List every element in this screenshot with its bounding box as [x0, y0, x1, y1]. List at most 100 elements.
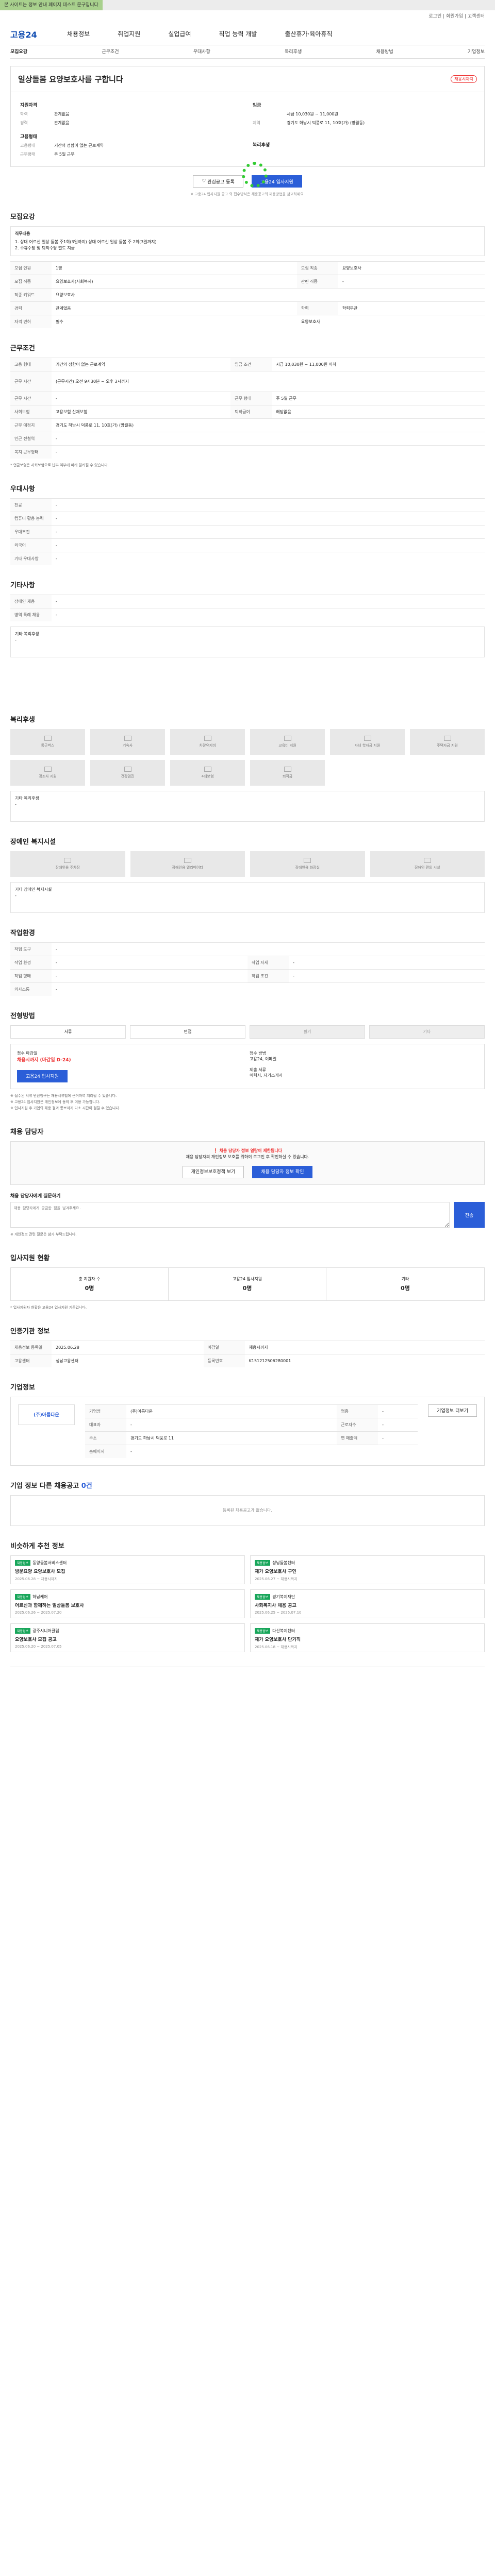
cell: 직종 키워드	[10, 288, 52, 302]
table-row: 기타 우대사항 -	[10, 551, 485, 565]
shield-icon	[204, 766, 211, 772]
tab-recruit[interactable]: 모집요강	[10, 45, 27, 58]
method-step: 필기	[250, 1025, 365, 1039]
welfare-grid: 통근버스 기숙사 차량유지비 교육비 지원 자녀 학자금 지원 주택자금 지원 …	[10, 728, 485, 786]
cell: K151212506280001	[244, 1353, 485, 1367]
nav-item-benefit[interactable]: 실업급여	[168, 29, 191, 38]
welfare-item: 건강검진	[90, 759, 165, 786]
company-section: 기업정보 (주)아름다운 기업명 (주)아름다운 업종 - 대표자 - 근로자수 - 주소 경…	[10, 1382, 485, 1466]
rec-title: 재가 요양보호사 구인	[255, 1569, 296, 1574]
cell: -	[52, 594, 485, 608]
cell: -	[52, 445, 485, 459]
cell: 근무 시간	[10, 371, 52, 392]
disabled-box: 기타 장애인 복지시설 -	[10, 882, 485, 913]
welfare-item: 퇴직금	[250, 759, 325, 786]
welfare-item: 기숙사	[90, 728, 165, 755]
disabled-box-heading: 기타 장애인 복지시설	[15, 887, 52, 892]
method-step: 면접	[130, 1025, 245, 1039]
table-row: 홈페이지 -	[85, 1444, 418, 1458]
table-row: 모집 인원 1명 모집 직종 요양보호사	[10, 261, 485, 275]
facility-label: 장애인용 엘리베이터	[172, 865, 203, 870]
others-empty: 등록된 채용공고가 없습니다.	[10, 1495, 485, 1526]
save-job-button[interactable]: ♡ 관심공고 등록	[193, 175, 243, 188]
nav-item-support[interactable]: 취업지원	[118, 29, 140, 38]
cell: -	[52, 942, 485, 956]
company-more-button[interactable]: 기업정보 더보기	[428, 1404, 477, 1417]
area-label: 지역	[253, 121, 260, 125]
cell: 작업 환경	[10, 955, 52, 970]
worktype-value: 주 5일 근무	[54, 152, 75, 157]
nav-item-leave[interactable]: 출산휴가·육아휴직	[285, 29, 332, 38]
rec-tag: 채용정보	[255, 1560, 271, 1566]
cell: -	[126, 1417, 337, 1432]
cell: -	[378, 1404, 418, 1418]
stat-value: 0명	[242, 1285, 252, 1292]
deadline-label: 접수 마감일	[17, 1050, 38, 1056]
table-row: 전공 -	[10, 498, 485, 512]
disabled-box-text: -	[15, 893, 16, 898]
rec-org: 동양돌봄서비스센터	[32, 1560, 67, 1565]
tab-company[interactable]: 기업정보	[468, 45, 485, 58]
recommend-section: 비슷하게 추천 정보 채용정보 동양돌봄서비스센터 방문요양 요양보호사 모집 202…	[10, 1540, 485, 1652]
cell: 고용보험 산재보험	[52, 405, 231, 419]
recommend-card[interactable]: 채용정보 동양돌봄서비스센터 방문요양 요양보호사 모집 2025.06.28 ~ 채…	[10, 1555, 245, 1584]
cell: 1명	[52, 261, 297, 275]
cell: -	[52, 969, 248, 983]
tab-pref[interactable]: 우대사항	[193, 45, 210, 58]
exp-value: 관계없음	[54, 121, 70, 125]
recommend-card[interactable]: 채용정보 다산복지센터 재가 요양보호사 단기직 2025.06.18 ~ 채용시까지	[250, 1623, 485, 1652]
etc-box: 기타 복리후생 -	[10, 626, 485, 657]
stat-label: 고용24 입사지원	[233, 1277, 262, 1282]
cell: 근무 예정지	[10, 418, 52, 432]
privacy-button[interactable]: 개인정보보호정책 보기	[182, 1166, 244, 1179]
welfare-item: 4대보험	[170, 759, 245, 786]
manager-section: 채용 담당자 ❗ 채용 담당자 정보 열람이 제한됩니다 채용 담당자의 개인정…	[10, 1126, 485, 1238]
company-logo: (주)아름다운	[18, 1404, 75, 1425]
cell: 주 5일 근무	[272, 392, 485, 405]
recommend-card[interactable]: 채용정보 성남돌봄센터 재가 요양보호사 구인 2025.06.27 ~ 채용시까지	[250, 1555, 485, 1584]
site-logo[interactable]: 고용24	[10, 28, 57, 40]
duty-text: 1. 상대 어르신 일상 돌봄 주1회(3일까지) 상대 어르신 일상 돌봄 주…	[15, 240, 157, 250]
how-value: 고용24, 이메일	[250, 1056, 277, 1061]
cell: -	[52, 432, 485, 446]
cell: 복지 근무형태	[10, 445, 52, 459]
question-heading: 채용 담당자에게 질문하기	[10, 1194, 61, 1199]
cell: 대표자	[85, 1417, 126, 1432]
stats-note: * 입사지원자 현황은 고용24 입사지원 기준입니다.	[10, 1306, 87, 1310]
nav-item-training[interactable]: 직업 능력 개발	[219, 29, 257, 38]
facility-label: 장애인 편의 시설	[414, 865, 440, 870]
cell: 근무 형태	[230, 392, 272, 405]
recommend-card[interactable]: 채용정보 경기복지재단 사회복지사 채용 공고 2025.06.25 ~ 2025.0…	[250, 1589, 485, 1618]
utility-links[interactable]: 로그인 | 회원가입 | 고객센터	[0, 10, 495, 23]
table-row: 인근 전철역 -	[10, 432, 485, 446]
heart-icon: ♡	[202, 179, 208, 184]
facility-item: 장애인용 주차장	[10, 851, 125, 877]
rec-tag: 채용정보	[15, 1594, 31, 1600]
tab-work[interactable]: 근무조건	[102, 45, 119, 58]
question-input[interactable]	[10, 1202, 450, 1228]
nav-item-jobs[interactable]: 채용정보	[67, 29, 90, 38]
recommend-card[interactable]: 채용정보 광주시니어클럽 요양보호사 모집 공고 2025.06.20 ~ 2025.…	[10, 1623, 245, 1652]
stats-section: 입사지원 현황 총 지원자 수 0명 고용24 입사지원 0명 기타 0명 * 입사지…	[10, 1252, 485, 1311]
cell: 주소	[85, 1431, 126, 1445]
facility-item: 장애인 편의 시설	[370, 851, 485, 877]
cell: -	[52, 955, 248, 970]
welfare-label: 기숙사	[122, 743, 133, 748]
cell: 기간의 정함이 없는 근로계약	[52, 358, 231, 371]
cell: -	[378, 1431, 418, 1445]
question-submit-button[interactable]: 전송	[454, 1202, 485, 1228]
manager-info-button[interactable]: 채용 담당자 정보 확인	[252, 1166, 313, 1179]
cell: 요양보호사	[52, 288, 485, 302]
cell: 근로자수	[337, 1417, 378, 1432]
cell: 경기도 하남시 덕풍로 11, 10호(가) (망월동)	[52, 418, 485, 432]
tab-method[interactable]: 채용방법	[376, 45, 393, 58]
pref-table: 전공 - 컴퓨터 활용 능력 - 우대조건 - 외국어 - 기타 우대사항 -	[10, 498, 485, 565]
table-row: 대표자 - 근로자수 -	[85, 1417, 418, 1432]
apply-button-2[interactable]: 고용24 입사지원	[17, 1070, 68, 1082]
recommend-card[interactable]: 채용정보 하남케어 어르신과 함께하는 일상돌봄 보호사 2025.06.26 ~ 2…	[10, 1589, 245, 1618]
stats-grid: 총 지원자 수 0명 고용24 입사지원 0명 기타 0명	[10, 1267, 485, 1301]
method-step: 기타	[369, 1025, 485, 1039]
workplace-table: 작업 도구 - 작업 환경 - 작업 자세 - 작업 형태 - 작업 조건 - 의사소통 -	[10, 942, 485, 996]
tab-welfare[interactable]: 복리후생	[285, 45, 302, 58]
recommend-grid: 채용정보 동양돌봄서비스센터 방문요양 요양보호사 모집 2025.06.28 ~ 채…	[10, 1555, 485, 1652]
